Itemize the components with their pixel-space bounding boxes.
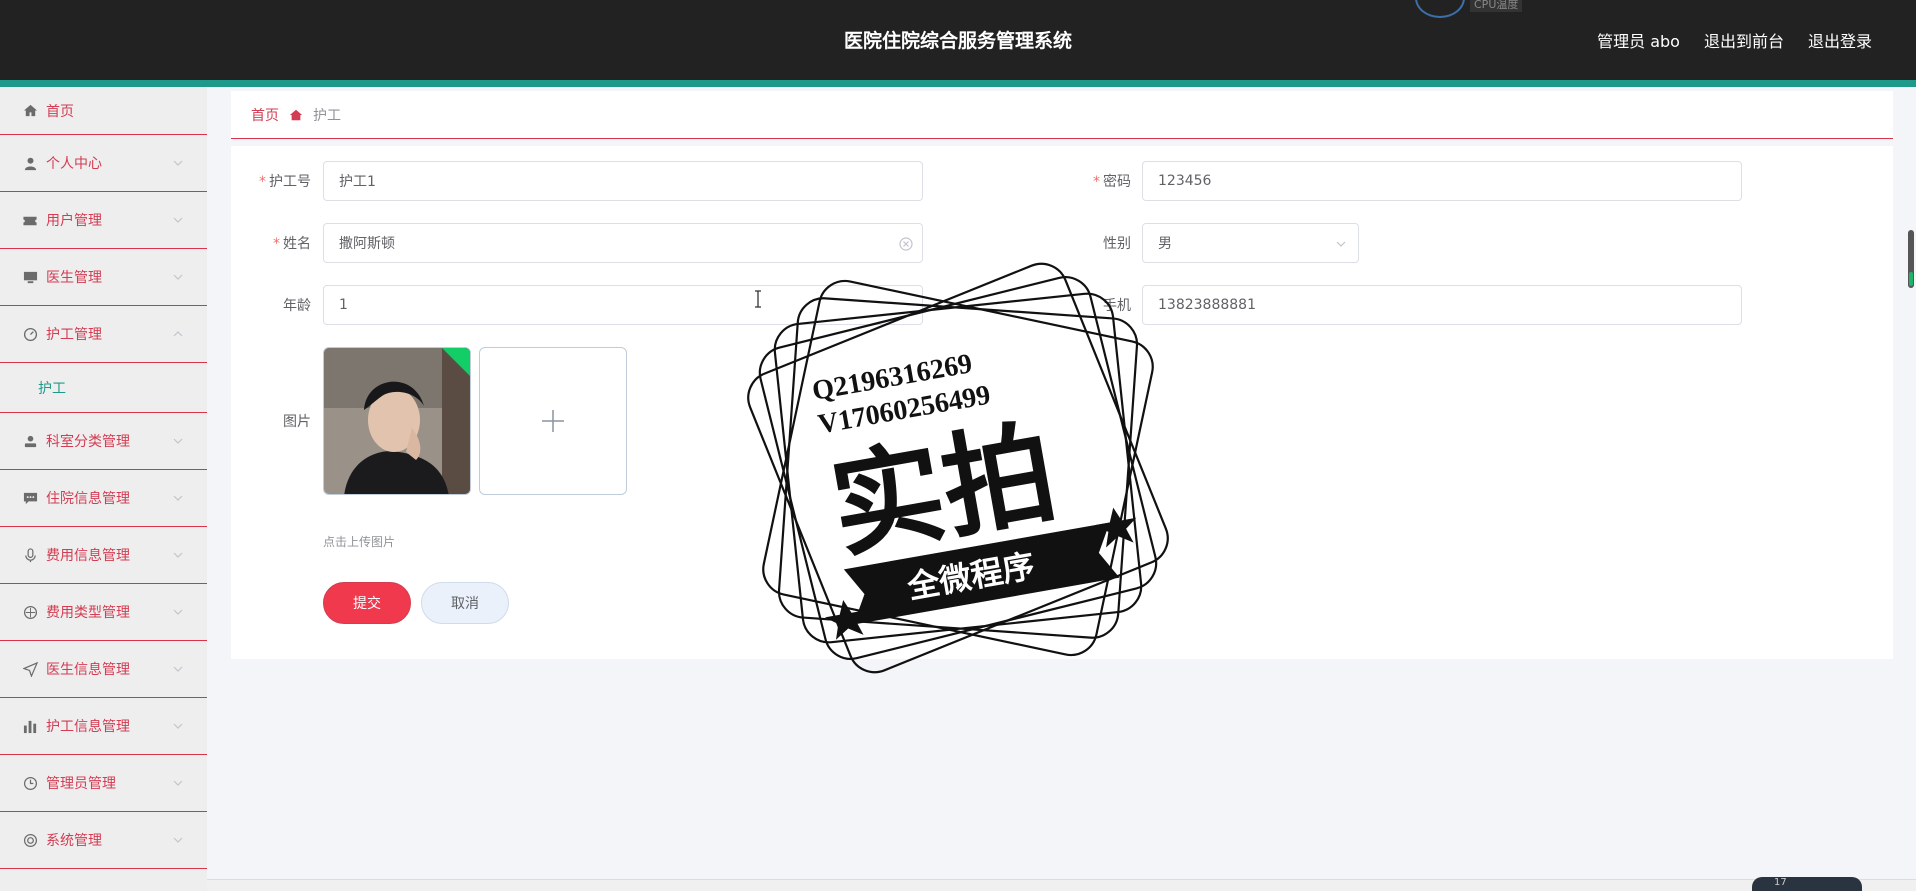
gender-select[interactable]: 男 <box>1142 223 1359 263</box>
sidebar-item-department-category[interactable]: 科室分类管理 <box>0 413 207 470</box>
breadcrumb-current: 护工 <box>313 107 341 124</box>
sidebar-item-nurse-info[interactable]: 护工信息管理 <box>0 698 207 755</box>
add-image-button[interactable] <box>479 347 627 495</box>
portrait-photo <box>324 348 470 494</box>
chevron-down-icon <box>173 274 183 280</box>
person-icon <box>22 433 38 449</box>
chevron-down-icon <box>173 552 183 558</box>
sidebar-item-home[interactable]: 首页 <box>0 87 207 135</box>
user-icon <box>22 155 38 171</box>
monitor-icon <box>22 269 38 285</box>
horizontal-scrollbar[interactable] <box>207 879 1916 891</box>
current-user: 管理员 abo <box>1597 32 1680 51</box>
bar-chart-icon <box>22 718 38 734</box>
image-label: 图片 <box>283 414 311 430</box>
nurse-no-label: * 护工号 <box>259 174 311 190</box>
age-label: 年龄 <box>283 298 311 314</box>
password-label: * 密码 <box>1093 174 1131 190</box>
chevron-down-icon <box>173 217 183 223</box>
upload-hint: 点击上传图片 <box>323 535 396 549</box>
cpu-label: CPU温度 <box>1470 0 1523 12</box>
scrollbar-indicator <box>1909 272 1913 286</box>
breadcrumb: 首页 护工 <box>231 91 1893 139</box>
breadcrumb-separator-icon <box>289 108 303 122</box>
sidebar-item-personal-center[interactable]: 个人中心 <box>0 135 207 192</box>
chevron-down-icon <box>173 495 183 501</box>
sidebar-item-label: 科室分类管理 <box>46 434 130 450</box>
top-header: CPU温度 医院住院综合服务管理系统 管理员 abo 退出到前台 退出登录 <box>0 0 1916 80</box>
sidebar-item-label: 医生管理 <box>46 270 102 286</box>
compass-icon <box>22 604 38 620</box>
sidebar: 首页 个人中心 用户管理 医生管理 护工管理 护工 科室分类管理 住院信息管理 … <box>0 87 207 891</box>
sidebar-item-label: 医生信息管理 <box>46 662 130 678</box>
sidebar-item-label: 首页 <box>46 103 74 120</box>
cpu-monitor-icon <box>1415 0 1465 18</box>
mic-icon <box>22 547 38 563</box>
sidebar-item-system-management[interactable]: 系统管理 <box>0 812 207 869</box>
clock-icon <box>22 775 38 791</box>
header-accent-bar <box>0 80 1916 87</box>
sidebar-item-inpatient-info[interactable]: 住院信息管理 <box>0 470 207 527</box>
submit-button[interactable]: 提交 <box>323 582 411 624</box>
gauge-icon <box>22 326 38 342</box>
clear-icon[interactable] <box>898 236 914 252</box>
sidebar-item-fee-type[interactable]: 费用类型管理 <box>0 584 207 641</box>
chevron-down-icon <box>1336 241 1346 247</box>
name-input[interactable]: 撒阿斯顿 <box>323 223 923 263</box>
ticket-icon <box>22 212 38 228</box>
chevron-down-icon <box>173 438 183 444</box>
send-icon <box>22 661 38 677</box>
chevron-down-icon <box>173 666 183 672</box>
sidebar-item-label: 系统管理 <box>46 833 102 849</box>
network-speed-widget: 17 <box>1752 877 1862 891</box>
uploaded-image-thumbnail[interactable] <box>323 347 471 495</box>
sidebar-item-label: 护工管理 <box>46 327 102 343</box>
sidebar-item-doctor-management[interactable]: 医生管理 <box>0 249 207 306</box>
watermark-stamp: Q2196316269 V17060256499 实拍 全微程序 <box>747 262 1169 674</box>
gender-label: 性别 <box>1103 236 1131 252</box>
sidebar-item-label: 费用信息管理 <box>46 548 130 564</box>
chat-icon <box>22 490 38 506</box>
back-to-front-link[interactable]: 退出到前台 <box>1704 28 1784 52</box>
sidebar-item-admin-management[interactable]: 管理员管理 <box>0 755 207 812</box>
chevron-down-icon <box>173 780 183 786</box>
chevron-down-icon <box>173 609 183 615</box>
cancel-button[interactable]: 取消 <box>421 582 509 624</box>
lifebuoy-icon <box>22 832 38 848</box>
sidebar-item-label: 护工信息管理 <box>46 719 130 735</box>
sidebar-item-label: 管理员管理 <box>46 776 116 792</box>
home-icon <box>22 103 38 119</box>
chevron-down-icon <box>173 160 183 166</box>
sidebar-item-label: 费用类型管理 <box>46 605 130 621</box>
chevron-down-icon <box>173 837 183 843</box>
sidebar-item-label: 个人中心 <box>46 156 102 172</box>
sidebar-item-label: 用户管理 <box>46 213 102 229</box>
sidebar-item-nurse-management[interactable]: 护工管理 <box>0 306 207 363</box>
nurse-no-input[interactable]: 护工1 <box>323 161 923 201</box>
chevron-down-icon <box>173 723 183 729</box>
sidebar-item-user-management[interactable]: 用户管理 <box>0 192 207 249</box>
chevron-up-icon <box>173 331 183 337</box>
breadcrumb-home-link[interactable]: 首页 <box>251 105 279 125</box>
password-input[interactable]: 123456 <box>1142 161 1742 201</box>
phone-input[interactable]: 13823888881 <box>1142 285 1742 325</box>
name-label: * 姓名 <box>273 236 311 252</box>
sidebar-item-fee-info[interactable]: 费用信息管理 <box>0 527 207 584</box>
header-actions: 管理员 abo 退出到前台 退出登录 <box>1597 28 1872 52</box>
sidebar-item-doctor-info[interactable]: 医生信息管理 <box>0 641 207 698</box>
sidebar-subitem-nurse[interactable]: 护工 <box>0 363 207 413</box>
logout-link[interactable]: 退出登录 <box>1808 28 1872 52</box>
sidebar-item-label: 住院信息管理 <box>46 491 130 507</box>
plus-icon <box>542 410 564 432</box>
